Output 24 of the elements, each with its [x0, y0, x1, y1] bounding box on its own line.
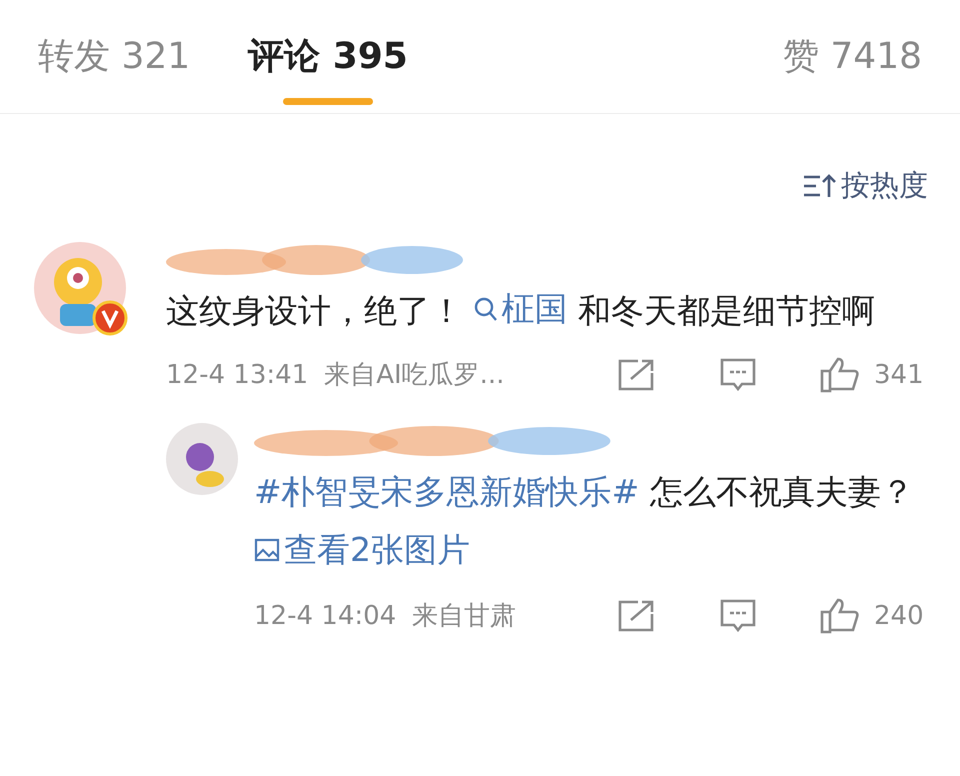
sort-button[interactable]: 按热度 — [803, 164, 928, 208]
comment-text: #朴智旻宋多恩新婚快乐# 怎么不祝真夫妻？ 查看2张图片 — [254, 462, 914, 580]
comment-time: 12-4 13:41 — [166, 358, 308, 392]
share-icon[interactable] — [618, 600, 654, 632]
image-icon — [254, 536, 280, 562]
tab[interactable]: 赞 7418 — [782, 0, 922, 113]
comment-icon[interactable] — [720, 599, 756, 633]
tab[interactable]: 评论 395 — [248, 0, 408, 113]
share-icon[interactable] — [618, 359, 654, 391]
tab[interactable]: 转发 321 — [38, 0, 190, 113]
like-count: 240 — [874, 600, 925, 632]
comment-text: 这纹身设计，绝了！ 柾国 和冬天都是细节控啊 — [166, 280, 906, 340]
avatar — [166, 422, 238, 494]
comment-source: 来自AI吃瓜罗... — [324, 358, 504, 392]
like-count: 341 — [874, 358, 925, 392]
search-link[interactable]: 柾国 — [474, 280, 568, 338]
verified-badge-icon — [92, 300, 128, 336]
search-icon — [474, 296, 498, 322]
images-link[interactable]: 查看2张图片 — [254, 520, 470, 578]
comment-icon[interactable] — [720, 358, 756, 392]
topic-link[interactable]: #朴智旻宋多恩新婚快乐# — [254, 472, 640, 510]
sort-icon — [803, 172, 837, 199]
comment-source: 来自甘肃 — [412, 600, 516, 632]
comment-time: 12-4 14:04 — [254, 600, 396, 632]
